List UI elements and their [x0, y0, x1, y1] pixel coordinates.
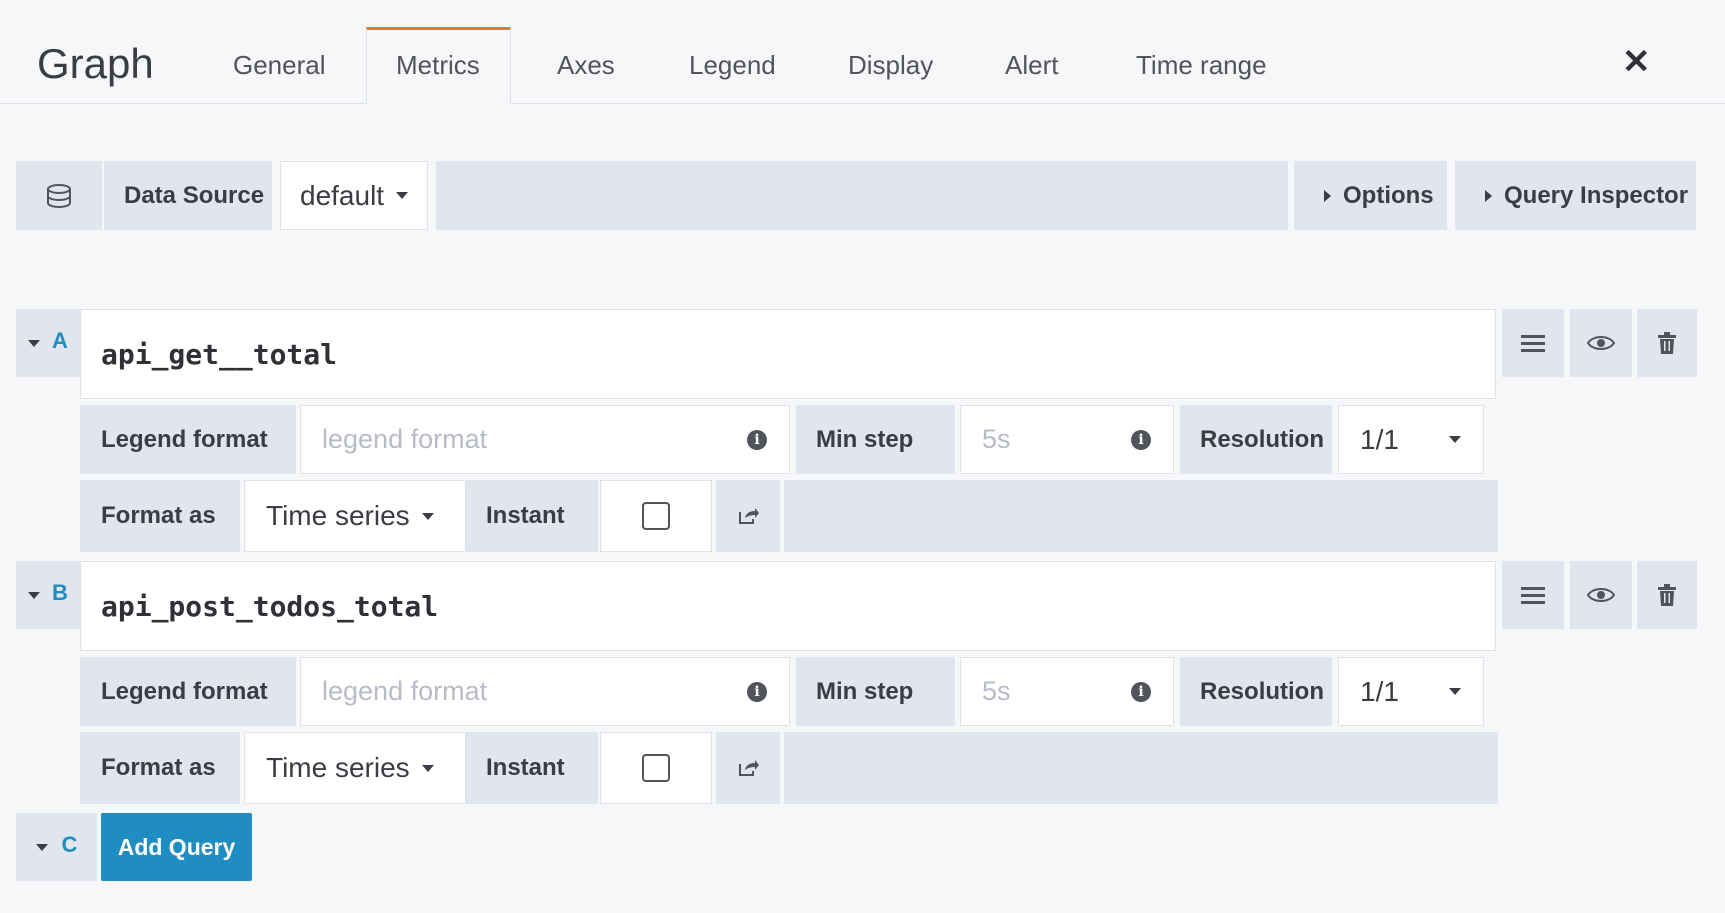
resolution-label: Resolution	[1180, 657, 1332, 726]
legend-format-label: Legend format	[80, 405, 296, 474]
tab-legend[interactable]: Legend	[689, 50, 776, 81]
query-a-toggle[interactable]: A	[16, 309, 80, 377]
instant-label: Instant	[466, 480, 598, 552]
tab-axes[interactable]: Axes	[557, 50, 615, 81]
options-button[interactable]: Options	[1294, 161, 1447, 230]
chevron-down-icon	[28, 591, 41, 599]
instant-checkbox[interactable]	[642, 502, 670, 530]
chevron-down-icon	[421, 764, 434, 772]
datasource-filler	[436, 161, 1288, 230]
query-inspector-button[interactable]: Query Inspector	[1455, 161, 1696, 230]
chevron-down-icon	[396, 192, 409, 199]
resolution-value: 1/1	[1360, 423, 1399, 455]
caret-right-icon	[1324, 189, 1331, 202]
legend-format-input[interactable]: legend format i	[300, 657, 790, 726]
format-as-label: Format as	[80, 480, 240, 552]
min-step-placeholder: 5s	[982, 424, 1011, 454]
chevron-down-icon	[1449, 436, 1461, 443]
chevron-down-icon	[28, 339, 41, 347]
instant-label: Instant	[466, 732, 598, 804]
add-query-button[interactable]: Add Query	[101, 813, 252, 881]
menu-icon[interactable]	[1502, 309, 1564, 377]
min-step-input[interactable]: 5s i	[960, 405, 1174, 474]
external-link-icon[interactable]	[716, 480, 780, 552]
format-as-select[interactable]: Time series	[244, 480, 466, 552]
eye-icon[interactable]	[1570, 561, 1632, 629]
instant-checkbox[interactable]	[642, 754, 670, 782]
resolution-label: Resolution	[1180, 405, 1332, 474]
resolution-value: 1/1	[1360, 675, 1399, 707]
query-c-toggle[interactable]: C	[16, 813, 97, 881]
min-step-label: Min step	[796, 405, 955, 474]
legend-format-input[interactable]: legend format i	[300, 405, 790, 474]
query-expression-input[interactable]: api_get__total	[80, 309, 1496, 399]
datasource-value: default	[300, 179, 385, 211]
trash-icon[interactable]	[1637, 561, 1697, 629]
format-as-select[interactable]: Time series	[244, 732, 466, 804]
query-a-row-filler	[784, 480, 1498, 552]
chevron-down-icon	[35, 843, 48, 851]
query-b-toggle[interactable]: B	[16, 561, 80, 629]
info-icon: i	[1131, 429, 1151, 450]
instant-checkbox-cell	[600, 480, 712, 552]
chevron-down-icon	[421, 512, 434, 520]
legend-format-label: Legend format	[80, 657, 296, 726]
min-step-input[interactable]: 5s i	[960, 657, 1174, 726]
format-as-label: Format as	[80, 732, 240, 804]
tab-display[interactable]: Display	[848, 50, 933, 81]
legend-format-placeholder: legend format	[322, 424, 488, 454]
min-step-placeholder: 5s	[982, 676, 1011, 706]
tab-metrics[interactable]: Metrics	[396, 50, 480, 81]
query-expression-input[interactable]: api_post_todos_total	[80, 561, 1496, 651]
format-as-value: Time series	[266, 500, 410, 531]
query-letter: B	[52, 580, 68, 605]
tab-time-range[interactable]: Time range	[1136, 50, 1267, 81]
database-icon	[16, 161, 102, 230]
external-link-icon[interactable]	[716, 732, 780, 804]
info-icon: i	[747, 429, 767, 450]
info-icon: i	[1131, 681, 1151, 702]
chevron-down-icon	[1449, 688, 1461, 695]
query-b-row-filler	[784, 732, 1498, 804]
eye-icon[interactable]	[1570, 309, 1632, 377]
info-icon: i	[747, 681, 767, 702]
tab-general[interactable]: General	[233, 50, 326, 81]
datasource-select[interactable]: default	[280, 161, 428, 230]
query-inspector-label: Query Inspector	[1504, 181, 1689, 209]
close-icon[interactable]: ✕	[1622, 42, 1651, 82]
query-letter: C	[61, 832, 78, 857]
panel-title: Graph	[37, 40, 154, 87]
legend-format-placeholder: legend format	[322, 676, 488, 706]
query-letter: A	[52, 328, 68, 353]
instant-checkbox-cell	[600, 732, 712, 804]
min-step-label: Min step	[796, 657, 955, 726]
datasource-label: Data Source	[104, 161, 272, 230]
resolution-select[interactable]: 1/1	[1338, 657, 1484, 726]
tab-alert[interactable]: Alert	[1005, 50, 1058, 81]
resolution-select[interactable]: 1/1	[1338, 405, 1484, 474]
menu-icon[interactable]	[1502, 561, 1564, 629]
format-as-value: Time series	[266, 752, 410, 783]
caret-right-icon	[1485, 189, 1492, 202]
trash-icon[interactable]	[1637, 309, 1697, 377]
options-label: Options	[1343, 181, 1434, 209]
